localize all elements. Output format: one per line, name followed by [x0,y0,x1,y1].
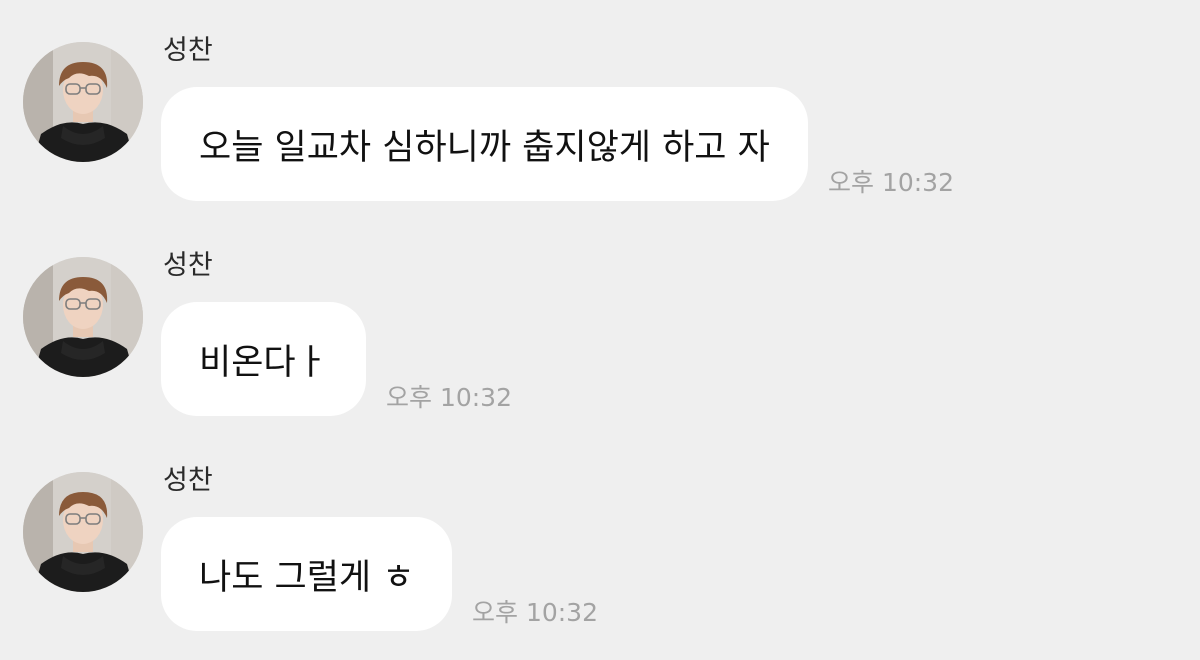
chat-area: 성찬 오늘 일교차 심하니까 춥지않게 하고 자 오후 10:32 성찬 비온다… [0,0,1200,660]
sender-name: 성찬 [163,250,213,281]
avatar[interactable] [23,257,143,377]
profile-photo [23,42,143,162]
profile-photo [23,472,143,592]
message-time: 오후 10:32 [472,598,598,627]
message-time: 오후 10:32 [828,168,954,197]
message-bubble[interactable]: 오늘 일교차 심하니까 춥지않게 하고 자 [161,87,808,201]
message-time: 오후 10:32 [386,383,512,412]
message-bubble[interactable]: 비온다ㅏ [161,302,366,416]
avatar[interactable] [23,42,143,162]
message-bubble[interactable]: 나도 그럴게 ㅎ [161,517,453,631]
sender-name: 성찬 [163,465,213,496]
avatar[interactable] [23,472,143,592]
profile-photo [23,257,143,377]
sender-name: 성찬 [163,35,213,66]
